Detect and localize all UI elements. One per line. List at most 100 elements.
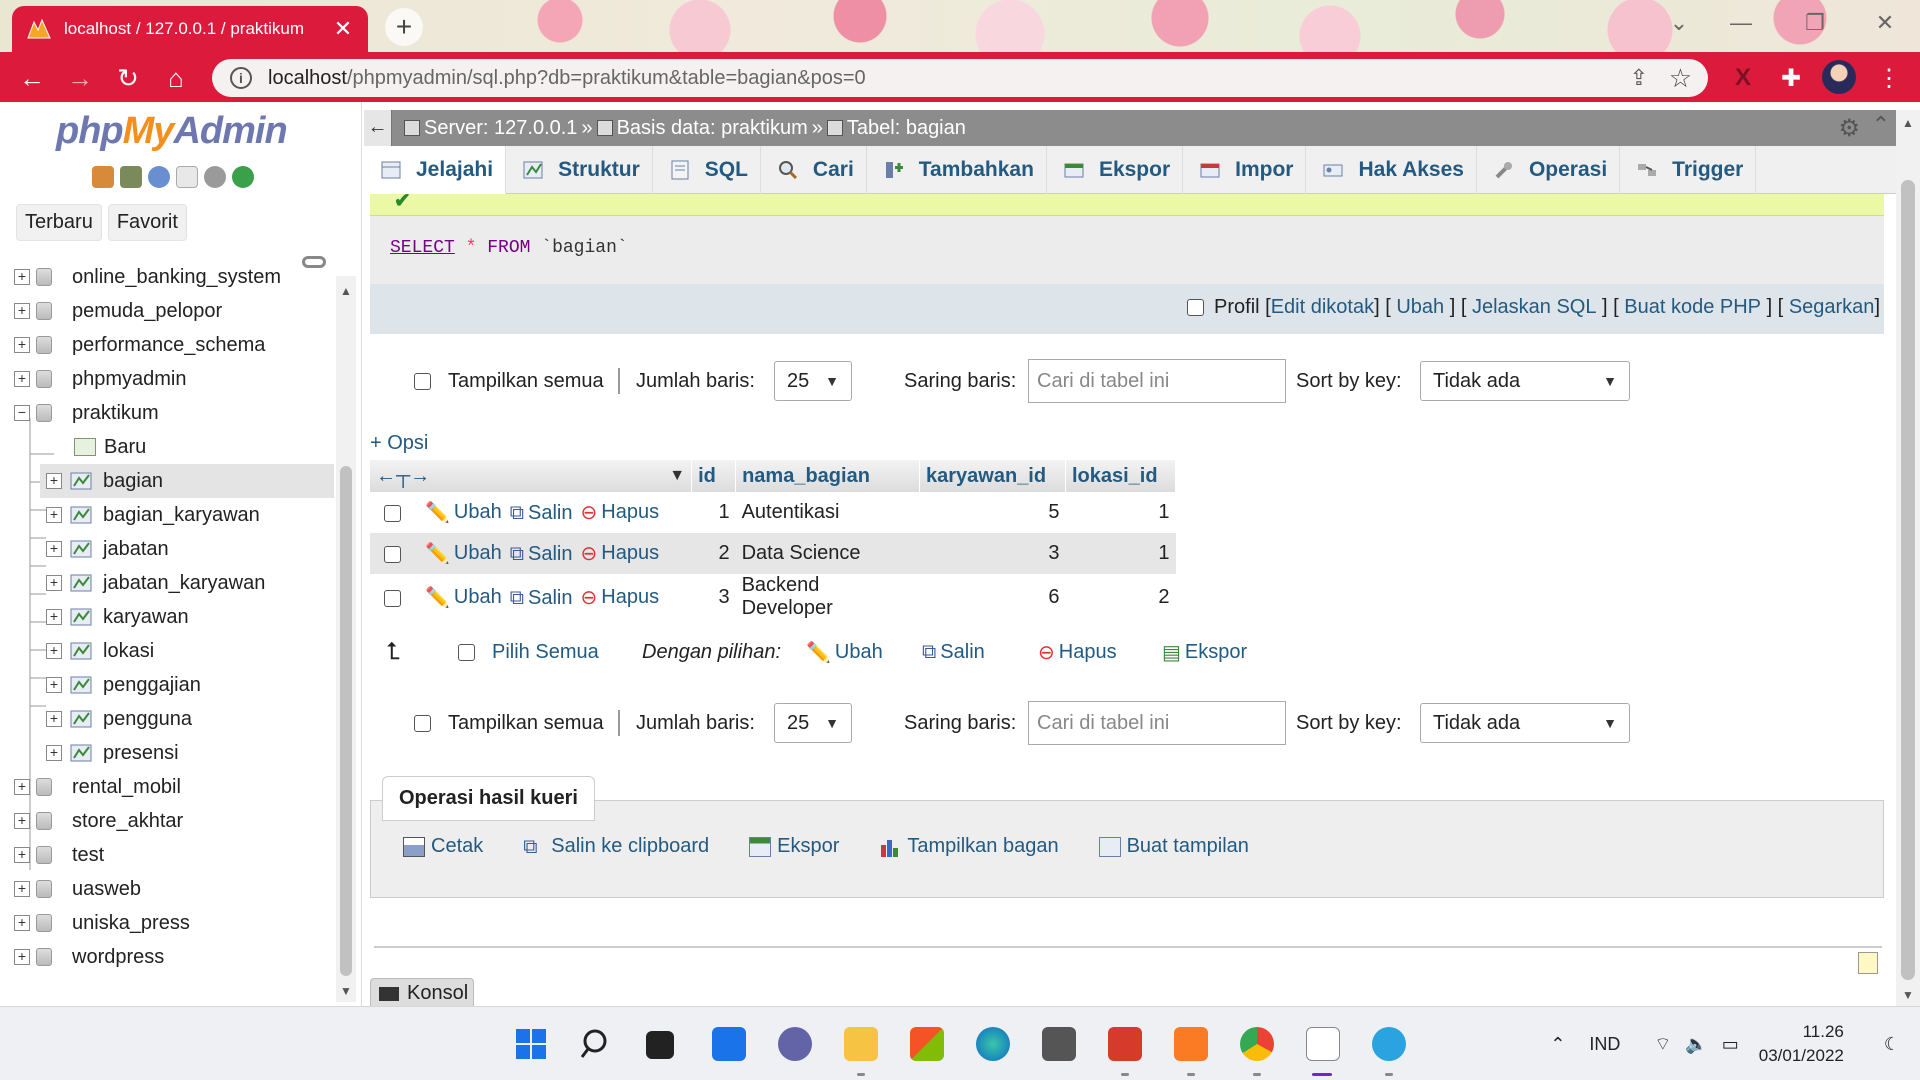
bookmark-icon[interactable] [1858, 952, 1878, 974]
cell-karyawan-id[interactable]: 6 [920, 574, 1066, 620]
tab-impor[interactable]: Impor [1183, 145, 1307, 194]
row-checkbox[interactable] [384, 589, 401, 607]
start-windows-icon[interactable] [514, 1027, 548, 1061]
expand-icon[interactable]: + [14, 303, 30, 319]
expand-icon[interactable]: + [14, 847, 30, 863]
wps-office-icon[interactable] [1108, 1027, 1142, 1061]
favorite-tab[interactable]: Favorit [107, 204, 187, 241]
sort-dropdown-icon[interactable]: ▼ [669, 467, 685, 485]
db-item-store-akhtar[interactable]: + store_akhtar [0, 804, 334, 838]
db-item-online-banking-system[interactable]: + online_banking_system [0, 260, 334, 294]
options-link[interactable]: + Opsi [370, 432, 428, 455]
select-all-checkbox[interactable] [458, 632, 475, 672]
show-all-checkbox[interactable] [414, 700, 431, 746]
browser-tab[interactable]: localhost / 127.0.0.1 / praktikum ✕ [12, 6, 368, 52]
navigation-scrollbar[interactable]: ▲ ▼ [336, 276, 356, 1002]
copy-row-link[interactable]: ⧉ Salin [510, 502, 573, 525]
cell-lokasi-id[interactable]: 1 [1065, 533, 1176, 574]
edge-browser-icon[interactable] [976, 1027, 1010, 1061]
task-view-icon[interactable] [646, 1031, 674, 1059]
table-item-jabatan-karyawan[interactable]: + jabatan_karyawan [40, 566, 334, 600]
cell-karyawan-id[interactable]: 3 [919, 533, 1066, 574]
profiling-checkbox[interactable] [1187, 299, 1205, 316]
scrollbar-thumb[interactable] [340, 466, 352, 976]
db-item-test[interactable]: + test [0, 838, 334, 872]
expand-icon[interactable]: + [14, 779, 30, 795]
cell-nama-bagian[interactable]: Backend Developer [736, 574, 920, 620]
expand-icon[interactable]: + [46, 507, 62, 523]
expand-icon[interactable]: + [46, 711, 62, 727]
edit-query-link[interactable]: Ubah [1396, 296, 1444, 319]
language-indicator[interactable]: IND [1589, 1034, 1620, 1055]
filter-rows-input[interactable]: Cari di tabel ini [1028, 359, 1286, 403]
table-item-penggajian[interactable]: + penggajian [40, 668, 334, 702]
cell-lokasi-id[interactable]: 2 [1065, 574, 1175, 620]
chat-icon[interactable] [778, 1027, 812, 1061]
expand-icon[interactable]: + [14, 337, 30, 353]
delete-row-link[interactable]: ⊖ Hapus [580, 585, 659, 610]
expand-icon[interactable]: + [14, 371, 30, 387]
back-arrow-icon[interactable]: ← [16, 62, 48, 94]
help-icon[interactable] [148, 166, 170, 188]
edit-row-link[interactable]: ✏️ Ubah [425, 500, 502, 525]
profile-avatar[interactable] [1822, 60, 1856, 94]
print-button[interactable]: Cetak [403, 835, 483, 858]
share-icon[interactable]: ⇪ [1630, 65, 1648, 91]
row-checkbox[interactable] [384, 546, 401, 564]
create-view-button[interactable]: Buat tampilan [1098, 835, 1249, 858]
copy-to-clipboard-button[interactable]: ⧉ Salin ke clipboard [523, 835, 709, 858]
tab-trigger[interactable]: Trigger [1620, 145, 1757, 194]
export-button[interactable]: Ekspor [749, 835, 839, 858]
column-header-id[interactable]: id [691, 460, 737, 492]
delete-row-link[interactable]: ⊖ Hapus [580, 500, 659, 525]
site-info-icon[interactable]: i [230, 67, 252, 89]
tab-search-icon[interactable]: ⌄ [1664, 10, 1694, 40]
tab-struktur[interactable]: Struktur [506, 145, 653, 194]
display-chart-button[interactable]: Tampilkan bagan [879, 835, 1059, 858]
address-bar[interactable]: i localhost/phpmyadmin/sql.php?db=prakti… [212, 59, 1708, 97]
expand-icon[interactable]: + [46, 473, 62, 489]
settings-gear-icon[interactable]: ⚙ [1838, 114, 1860, 143]
delete-row-link[interactable]: ⊖ Hapus [580, 541, 659, 566]
table-item-pengguna[interactable]: + pengguna [40, 702, 334, 736]
expand-icon[interactable]: + [46, 541, 62, 557]
edit-inline-link[interactable]: Edit dikotak [1271, 296, 1374, 319]
home-icon[interactable]: ⌂ [160, 62, 192, 94]
collapse-top-menu-icon[interactable]: ⌃ [1872, 112, 1890, 138]
console-tab[interactable]: Konsol [370, 978, 474, 1008]
column-header-karyawan-id[interactable]: karyawan_id [919, 460, 1066, 492]
expand-icon[interactable]: + [46, 609, 62, 625]
copy-row-link[interactable]: ⧉ Salin [510, 587, 573, 610]
reload-nav-icon[interactable] [232, 166, 254, 188]
table-item-bagian[interactable]: + bagian [40, 464, 334, 498]
scroll-up-arrow-icon[interactable]: ▲ [1902, 116, 1914, 130]
expand-icon[interactable]: + [46, 643, 62, 659]
wifi-icon[interactable]: ⌔ [1654, 1033, 1671, 1056]
edit-row-link[interactable]: ✏️ Ubah [425, 585, 502, 610]
expand-icon[interactable]: + [14, 915, 30, 931]
breadcrumb-table[interactable]: Tabel: bagian [826, 117, 966, 140]
copy-row-link[interactable]: ⧉ Salin [510, 543, 573, 566]
tab-operasi[interactable]: Operasi [1477, 145, 1621, 194]
cell-nama-bagian[interactable]: Autentikasi [736, 492, 920, 533]
recent-tab[interactable]: Terbaru [16, 204, 102, 241]
window-close-button[interactable]: ✕ [1870, 10, 1900, 40]
microsoft-store-icon[interactable] [910, 1027, 944, 1061]
cell-nama-bagian[interactable]: Data Science [735, 533, 920, 574]
cell-id[interactable]: 2 [691, 533, 736, 574]
column-header-nama-bagian[interactable]: nama_bagian [735, 460, 921, 492]
browser-menu-icon[interactable]: ⋮ [1874, 64, 1904, 92]
restore-button[interactable]: ❐ [1800, 10, 1830, 40]
column-header-lokasi-id[interactable]: lokasi_id [1065, 460, 1177, 492]
tab-close-icon[interactable]: ✕ [332, 16, 354, 42]
sort-by-key-select[interactable]: Tidak ada ▼ [1420, 703, 1630, 743]
show-hidden-icons-chevron-icon[interactable]: ⌃ [1550, 1034, 1565, 1055]
bulk-copy-button[interactable]: ⧉ Salin [922, 632, 985, 672]
expand-icon[interactable]: + [14, 813, 30, 829]
bulk-delete-button[interactable]: ⊖ Hapus [1038, 632, 1117, 672]
db-item-pemuda-pelopor[interactable]: + pemuda_pelopor [0, 294, 334, 328]
chrome-icon[interactable] [1240, 1027, 1274, 1061]
bulk-export-button[interactable]: ▤ Ekspor [1162, 632, 1247, 672]
battery-icon[interactable]: ▭ [1722, 1034, 1739, 1055]
new-tab-button[interactable]: + [385, 8, 423, 46]
